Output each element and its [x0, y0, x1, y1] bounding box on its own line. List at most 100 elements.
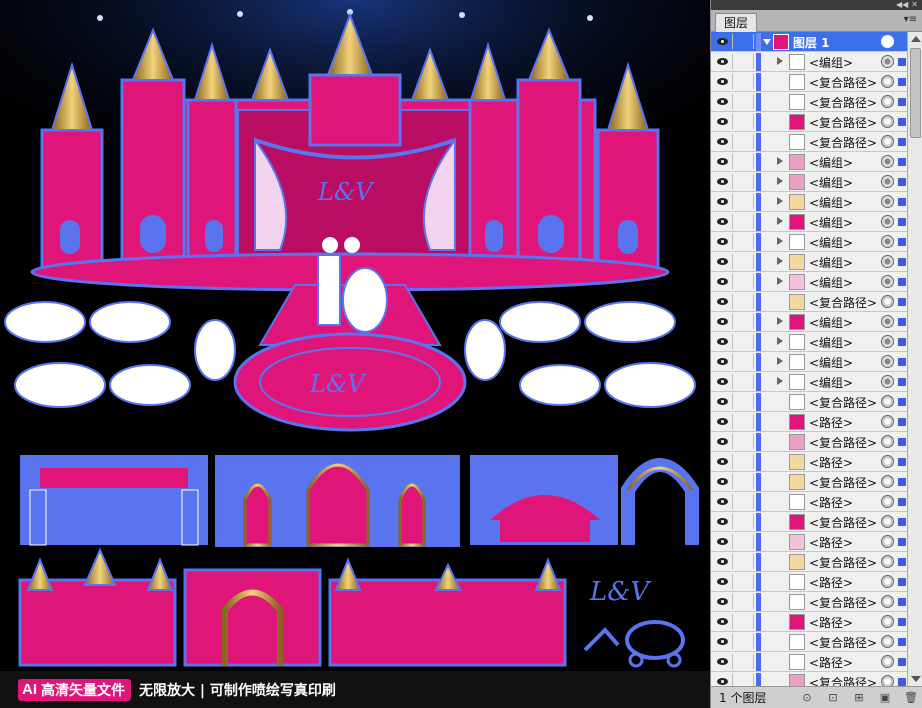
target-circle-icon[interactable]	[881, 175, 894, 188]
layer-name[interactable]: <复合路径>	[809, 514, 877, 531]
target-circle-icon[interactable]	[881, 295, 894, 308]
visibility-eye-icon[interactable]	[713, 174, 733, 189]
layer-list[interactable]: 图层 1 <编组> <复合路径> <复合路径> <复合路径> <复合路径> <编组> <编组…	[711, 32, 907, 686]
visibility-eye-icon[interactable]	[713, 554, 733, 569]
layer-row[interactable]: <复合路径>	[711, 432, 907, 452]
layer-name[interactable]: <复合路径>	[809, 114, 877, 131]
target-circle-icon[interactable]	[881, 375, 894, 388]
layer-row[interactable]: <路径>	[711, 452, 907, 472]
target-circle-icon[interactable]	[881, 495, 894, 508]
lock-toggle[interactable]	[736, 454, 754, 469]
visibility-eye-icon[interactable]	[713, 114, 733, 129]
expand-triangle-icon[interactable]	[777, 217, 783, 225]
layer-row[interactable]: <复合路径>	[711, 552, 907, 572]
lock-toggle[interactable]	[736, 54, 754, 69]
guest-tables-right[interactable]	[464, 301, 696, 408]
layer-name[interactable]: <复合路径>	[809, 434, 877, 451]
carriage-logo[interactable]: L&V	[583, 577, 685, 668]
visibility-eye-icon[interactable]	[713, 394, 733, 409]
visibility-eye-icon[interactable]	[713, 674, 733, 686]
layer-row[interactable]: <复合路径>	[711, 72, 907, 92]
expand-triangle-icon[interactable]	[777, 377, 783, 385]
expand-triangle-icon[interactable]	[777, 257, 783, 265]
lock-toggle[interactable]	[736, 194, 754, 209]
layer-row[interactable]: <编组>	[711, 212, 907, 232]
lock-toggle[interactable]	[736, 294, 754, 309]
layer-name[interactable]: 图层 1	[793, 34, 830, 51]
expand-triangle-icon[interactable]	[777, 277, 783, 285]
target-circle-icon[interactable]	[881, 75, 894, 88]
layer-name[interactable]: <路径>	[809, 614, 853, 631]
scroll-down-icon[interactable]	[911, 676, 921, 682]
layer-row[interactable]: <路径>	[711, 612, 907, 632]
layer-row[interactable]: <编组>	[711, 312, 907, 332]
lock-toggle[interactable]	[736, 554, 754, 569]
visibility-eye-icon[interactable]	[713, 134, 733, 149]
expand-triangle-icon[interactable]	[777, 197, 783, 205]
guest-tables-left[interactable]	[4, 301, 236, 408]
layer-name[interactable]: <复合路径>	[809, 594, 877, 611]
lock-toggle[interactable]	[736, 474, 754, 489]
expand-triangle-icon[interactable]	[777, 337, 783, 345]
expand-triangle-icon[interactable]	[777, 357, 783, 365]
layer-row-top[interactable]: 图层 1	[711, 32, 907, 52]
tab-layers[interactable]: 图层	[715, 13, 758, 32]
lock-toggle[interactable]	[736, 34, 754, 49]
layer-name[interactable]: <复合路径>	[809, 474, 877, 491]
layer-row[interactable]: <编组>	[711, 272, 907, 292]
visibility-eye-icon[interactable]	[713, 294, 733, 309]
visibility-eye-icon[interactable]	[713, 94, 733, 109]
visibility-eye-icon[interactable]	[713, 454, 733, 469]
layer-row[interactable]: <路径>	[711, 532, 907, 552]
lock-toggle[interactable]	[736, 74, 754, 89]
artboard[interactable]: L&V L&V L&V AI 高清矢量文件 无限放大 | 可制作喷绘写真印刷	[0, 0, 710, 708]
lock-toggle[interactable]	[736, 314, 754, 329]
lock-toggle[interactable]	[736, 534, 754, 549]
target-circle-icon[interactable]	[881, 355, 894, 368]
lock-toggle[interactable]	[736, 174, 754, 189]
visibility-eye-icon[interactable]	[713, 314, 733, 329]
lock-toggle[interactable]	[736, 394, 754, 409]
expand-triangle-icon[interactable]	[777, 237, 783, 245]
layer-row[interactable]: <路径>	[711, 652, 907, 672]
target-circle-icon[interactable]	[881, 535, 894, 548]
layer-name[interactable]: <复合路径>	[809, 674, 877, 686]
round-arch-element[interactable]	[621, 458, 699, 545]
lock-toggle[interactable]	[736, 274, 754, 289]
expand-triangle-icon[interactable]	[777, 317, 783, 325]
lock-toggle[interactable]	[736, 634, 754, 649]
artwork-canvas[interactable]: L&V L&V L&V	[0, 0, 710, 671]
layer-name[interactable]: <复合路径>	[809, 94, 877, 111]
locate-object-icon[interactable]: ⊙	[797, 690, 817, 706]
lock-toggle[interactable]	[736, 434, 754, 449]
layer-name[interactable]: <复合路径>	[809, 554, 877, 571]
lock-toggle[interactable]	[736, 354, 754, 369]
lock-toggle[interactable]	[736, 134, 754, 149]
target-circle-icon[interactable]	[881, 255, 894, 268]
layer-name[interactable]: <编组>	[809, 174, 853, 191]
layer-row[interactable]: <编组>	[711, 252, 907, 272]
layer-row[interactable]: <路径>	[711, 492, 907, 512]
layer-name[interactable]: <路径>	[809, 574, 853, 591]
expand-triangle-icon[interactable]	[777, 157, 783, 165]
visibility-eye-icon[interactable]	[713, 414, 733, 429]
lock-toggle[interactable]	[736, 234, 754, 249]
visibility-eye-icon[interactable]	[713, 334, 733, 349]
layer-row[interactable]: <编组>	[711, 352, 907, 372]
layer-name[interactable]: <复合路径>	[809, 134, 877, 151]
expand-triangle-icon[interactable]	[763, 39, 771, 45]
layer-row[interactable]: <编组>	[711, 332, 907, 352]
layer-name[interactable]: <复合路径>	[809, 74, 877, 91]
visibility-eye-icon[interactable]	[713, 574, 733, 589]
gate-castle[interactable]	[183, 568, 322, 667]
layer-row[interactable]: <复合路径>	[711, 292, 907, 312]
lock-toggle[interactable]	[736, 594, 754, 609]
target-circle-icon[interactable]	[881, 635, 894, 648]
layer-row[interactable]: <复合路径>	[711, 632, 907, 652]
layer-name[interactable]: <编组>	[809, 354, 853, 371]
close-panel-icon[interactable]: ✕	[911, 1, 918, 9]
lock-toggle[interactable]	[736, 254, 754, 269]
lock-toggle[interactable]	[736, 654, 754, 669]
visibility-eye-icon[interactable]	[713, 494, 733, 509]
lock-toggle[interactable]	[736, 214, 754, 229]
